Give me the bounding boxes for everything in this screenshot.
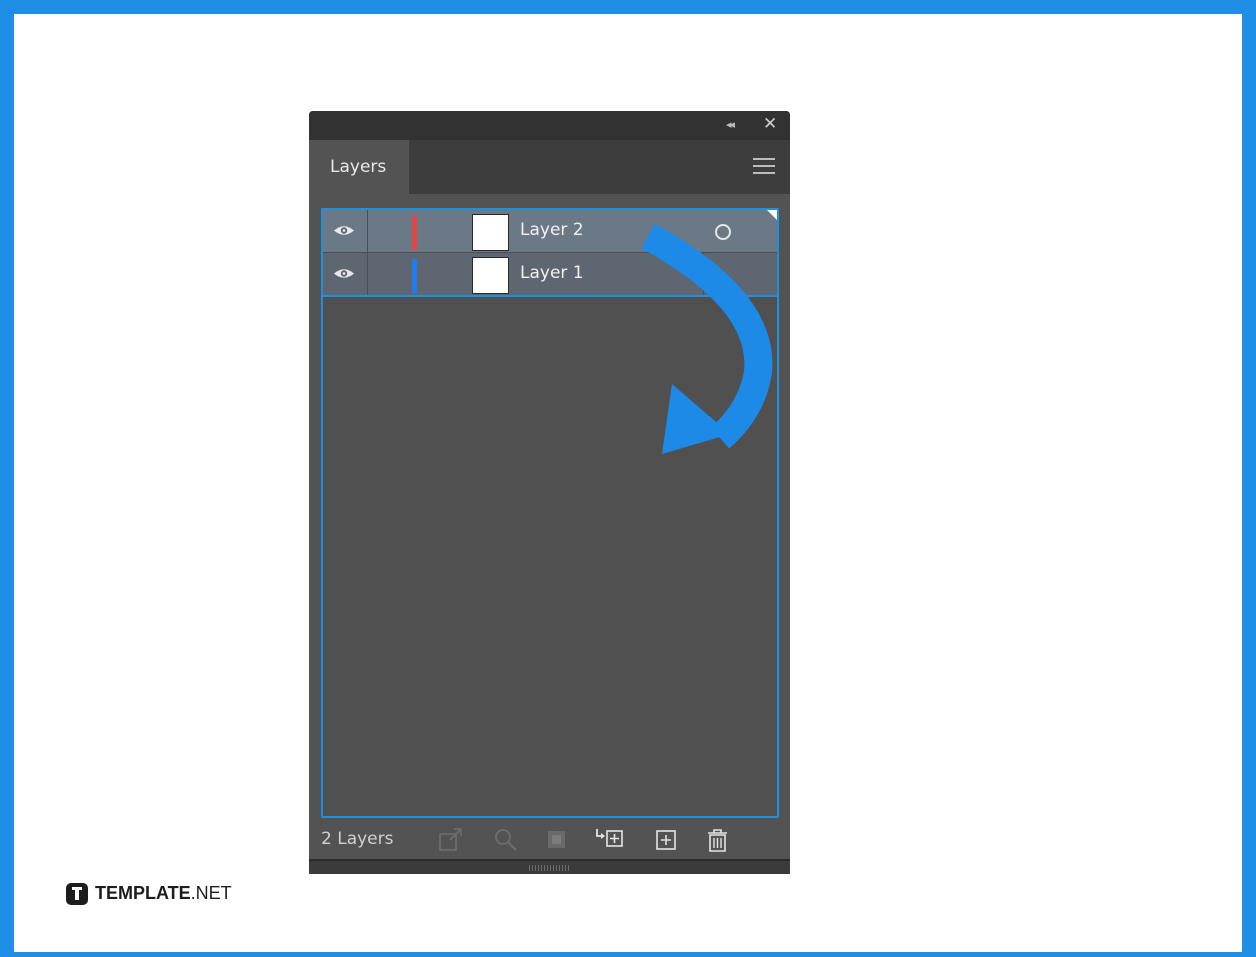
template-logo-icon xyxy=(66,883,88,905)
instruction-arrow-icon xyxy=(641,223,773,454)
logo-wordmark: TEMPLATE.NET xyxy=(95,883,232,903)
